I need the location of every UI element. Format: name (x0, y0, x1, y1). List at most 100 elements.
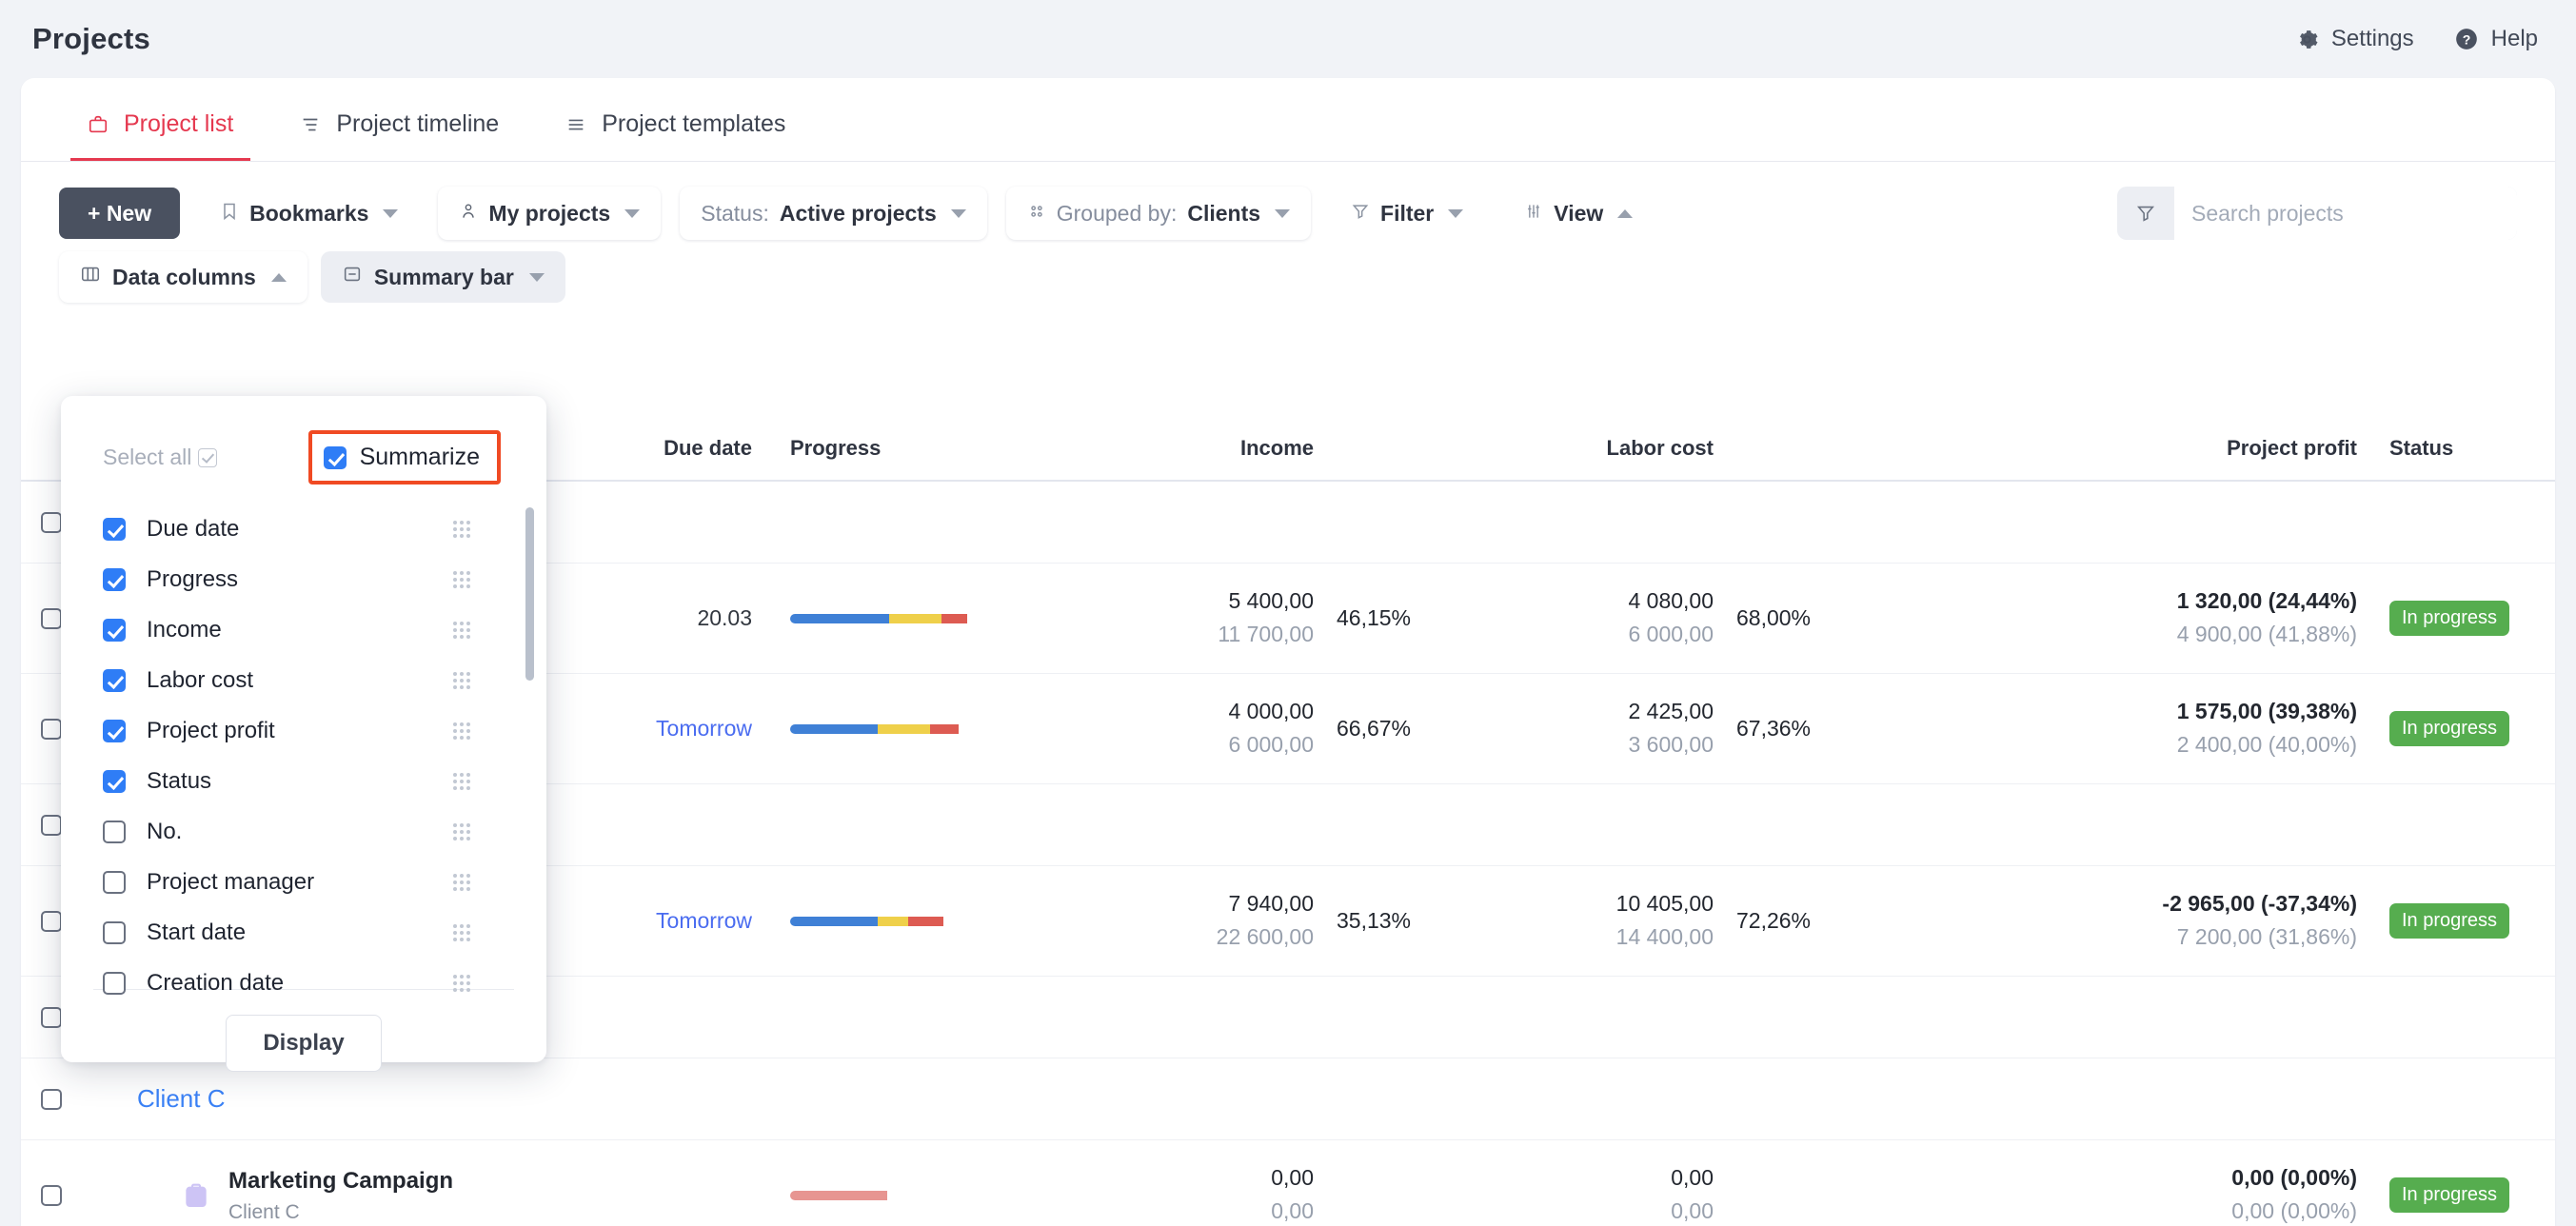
gear-icon (2295, 28, 2319, 51)
drag-handle-icon[interactable] (453, 570, 470, 588)
tab-project-list[interactable]: Project list (70, 110, 251, 161)
option-checkbox[interactable] (103, 517, 126, 541)
column-option-income[interactable]: Income (61, 604, 546, 655)
view-dropdown[interactable]: View (1503, 187, 1654, 240)
profit-planned: 4 900,00 (41,88%) (2176, 622, 2357, 646)
row-checkbox[interactable] (41, 1184, 62, 1206)
group-name[interactable]: Client C (137, 1084, 225, 1113)
option-checkbox[interactable] (103, 870, 126, 894)
column-option-start-date[interactable]: Start date (61, 907, 546, 958)
due-date[interactable]: Tomorrow (656, 908, 752, 933)
summary-bar-button[interactable]: Summary bar (320, 251, 565, 303)
briefcase-icon (88, 114, 109, 135)
tab-project-templates[interactable]: Project templates (548, 110, 803, 161)
drag-handle-icon[interactable] (453, 520, 470, 538)
summary-bar-label: Summary bar (373, 264, 514, 289)
group-checkbox[interactable] (41, 1088, 62, 1110)
column-option-no[interactable]: No. (61, 806, 546, 857)
col-progress: Progress (790, 436, 882, 460)
filter-icon (1351, 201, 1370, 227)
panel-scrollbar[interactable] (525, 507, 534, 681)
filter-dropdown[interactable]: Filter (1330, 187, 1484, 240)
drag-handle-icon[interactable] (453, 722, 470, 740)
my-projects-label: My projects (488, 200, 611, 226)
option-label: Labor cost (147, 666, 254, 693)
status-prefix: Status: (701, 200, 769, 226)
row-checkbox[interactable] (41, 1006, 62, 1028)
option-checkbox[interactable] (103, 920, 126, 944)
columns-icon (80, 264, 101, 290)
column-option-project-manager[interactable]: Project manager (61, 857, 546, 907)
income-planned: 6 000,00 (1228, 732, 1314, 757)
new-button[interactable]: + New (59, 188, 181, 239)
labor-planned: 14 400,00 (1615, 924, 1714, 949)
progress-segment-yellow (877, 723, 930, 734)
data-columns-button[interactable]: Data columns (59, 251, 307, 303)
data-columns-label: Data columns (112, 264, 256, 289)
progress-segment-pink (790, 1190, 887, 1200)
drag-handle-icon[interactable] (453, 772, 470, 790)
option-checkbox[interactable] (103, 719, 126, 742)
select-all-control[interactable]: Select all (103, 445, 218, 470)
column-option-due-date[interactable]: Due date (61, 504, 546, 554)
list-icon (565, 114, 586, 135)
my-projects-dropdown[interactable]: My projects (438, 187, 662, 240)
option-checkbox[interactable] (103, 769, 126, 793)
column-options-list: Due date Progress Income Labor cost Proj… (61, 494, 546, 996)
tab-project-timeline[interactable]: Project timeline (283, 110, 516, 161)
help-label: Help (2490, 26, 2538, 51)
profit-value: 1 320,00 (24,44%) (2176, 588, 2357, 614)
select-all-checkbox[interactable] (198, 447, 218, 467)
summarize-control-highlighted[interactable]: Summarize (307, 430, 501, 484)
option-label: No. (147, 818, 183, 844)
summarize-checkbox[interactable] (323, 445, 347, 469)
tab-label: Project list (124, 110, 234, 137)
search-filter-icon[interactable] (2117, 203, 2174, 224)
status-badge[interactable]: In progress (2389, 1177, 2510, 1213)
column-option-project-profit[interactable]: Project profit (61, 705, 546, 756)
status-badge[interactable]: In progress (2389, 601, 2510, 636)
view-label: View (1554, 200, 1604, 226)
row-checkbox[interactable] (41, 718, 62, 740)
chevron-down-icon (1448, 208, 1464, 218)
option-label: Creation date (147, 969, 285, 996)
grouped-by-dropdown[interactable]: Grouped by: Clients (1005, 187, 1312, 240)
option-checkbox[interactable] (103, 567, 126, 591)
column-option-progress[interactable]: Progress (61, 554, 546, 604)
row-checkbox[interactable] (41, 910, 62, 932)
column-option-creation-date[interactable]: Creation date (61, 958, 546, 1008)
profit-value: -2 965,00 (-37,34%) (2162, 891, 2357, 917)
option-checkbox[interactable] (103, 618, 126, 642)
row-checkbox[interactable] (41, 814, 62, 836)
drag-handle-icon[interactable] (453, 974, 470, 992)
col-status: Status (2389, 436, 2454, 460)
option-checkbox[interactable] (103, 668, 126, 692)
profit-planned: 0,00 (0,00%) (2231, 1198, 2357, 1223)
progress-segment-yellow (877, 916, 909, 926)
status-dropdown[interactable]: Status: Active projects (680, 187, 987, 240)
settings-button[interactable]: Settings (2295, 26, 2414, 52)
status-badge[interactable]: In progress (2389, 711, 2510, 746)
row-checkbox[interactable] (41, 607, 62, 629)
status-badge[interactable]: In progress (2389, 903, 2510, 939)
row-checkbox[interactable] (41, 511, 62, 533)
help-button[interactable]: ? Help (2454, 26, 2538, 52)
option-checkbox[interactable] (103, 820, 126, 843)
labor-planned: 0,00 (1671, 1198, 1714, 1223)
drag-handle-icon[interactable] (453, 822, 470, 840)
option-checkbox[interactable] (103, 971, 126, 995)
table-row[interactable]: Marketing Campaign Client C 0,00 0,00 0,… (21, 1140, 2555, 1226)
column-option-labor-cost[interactable]: Labor cost (61, 655, 546, 705)
display-button[interactable]: Display (226, 1015, 382, 1072)
drag-handle-icon[interactable] (453, 873, 470, 891)
drag-handle-icon[interactable] (453, 621, 470, 639)
column-option-status[interactable]: Status (61, 756, 546, 806)
income-planned: 11 700,00 (1218, 622, 1314, 646)
due-date[interactable]: Tomorrow (656, 716, 752, 741)
search-input[interactable] (2174, 187, 2517, 240)
bookmarks-dropdown[interactable]: Bookmarks (199, 187, 419, 240)
progress-segment-yellow (889, 613, 942, 623)
drag-handle-icon[interactable] (453, 923, 470, 941)
bookmark-icon (220, 201, 239, 227)
drag-handle-icon[interactable] (453, 671, 470, 689)
